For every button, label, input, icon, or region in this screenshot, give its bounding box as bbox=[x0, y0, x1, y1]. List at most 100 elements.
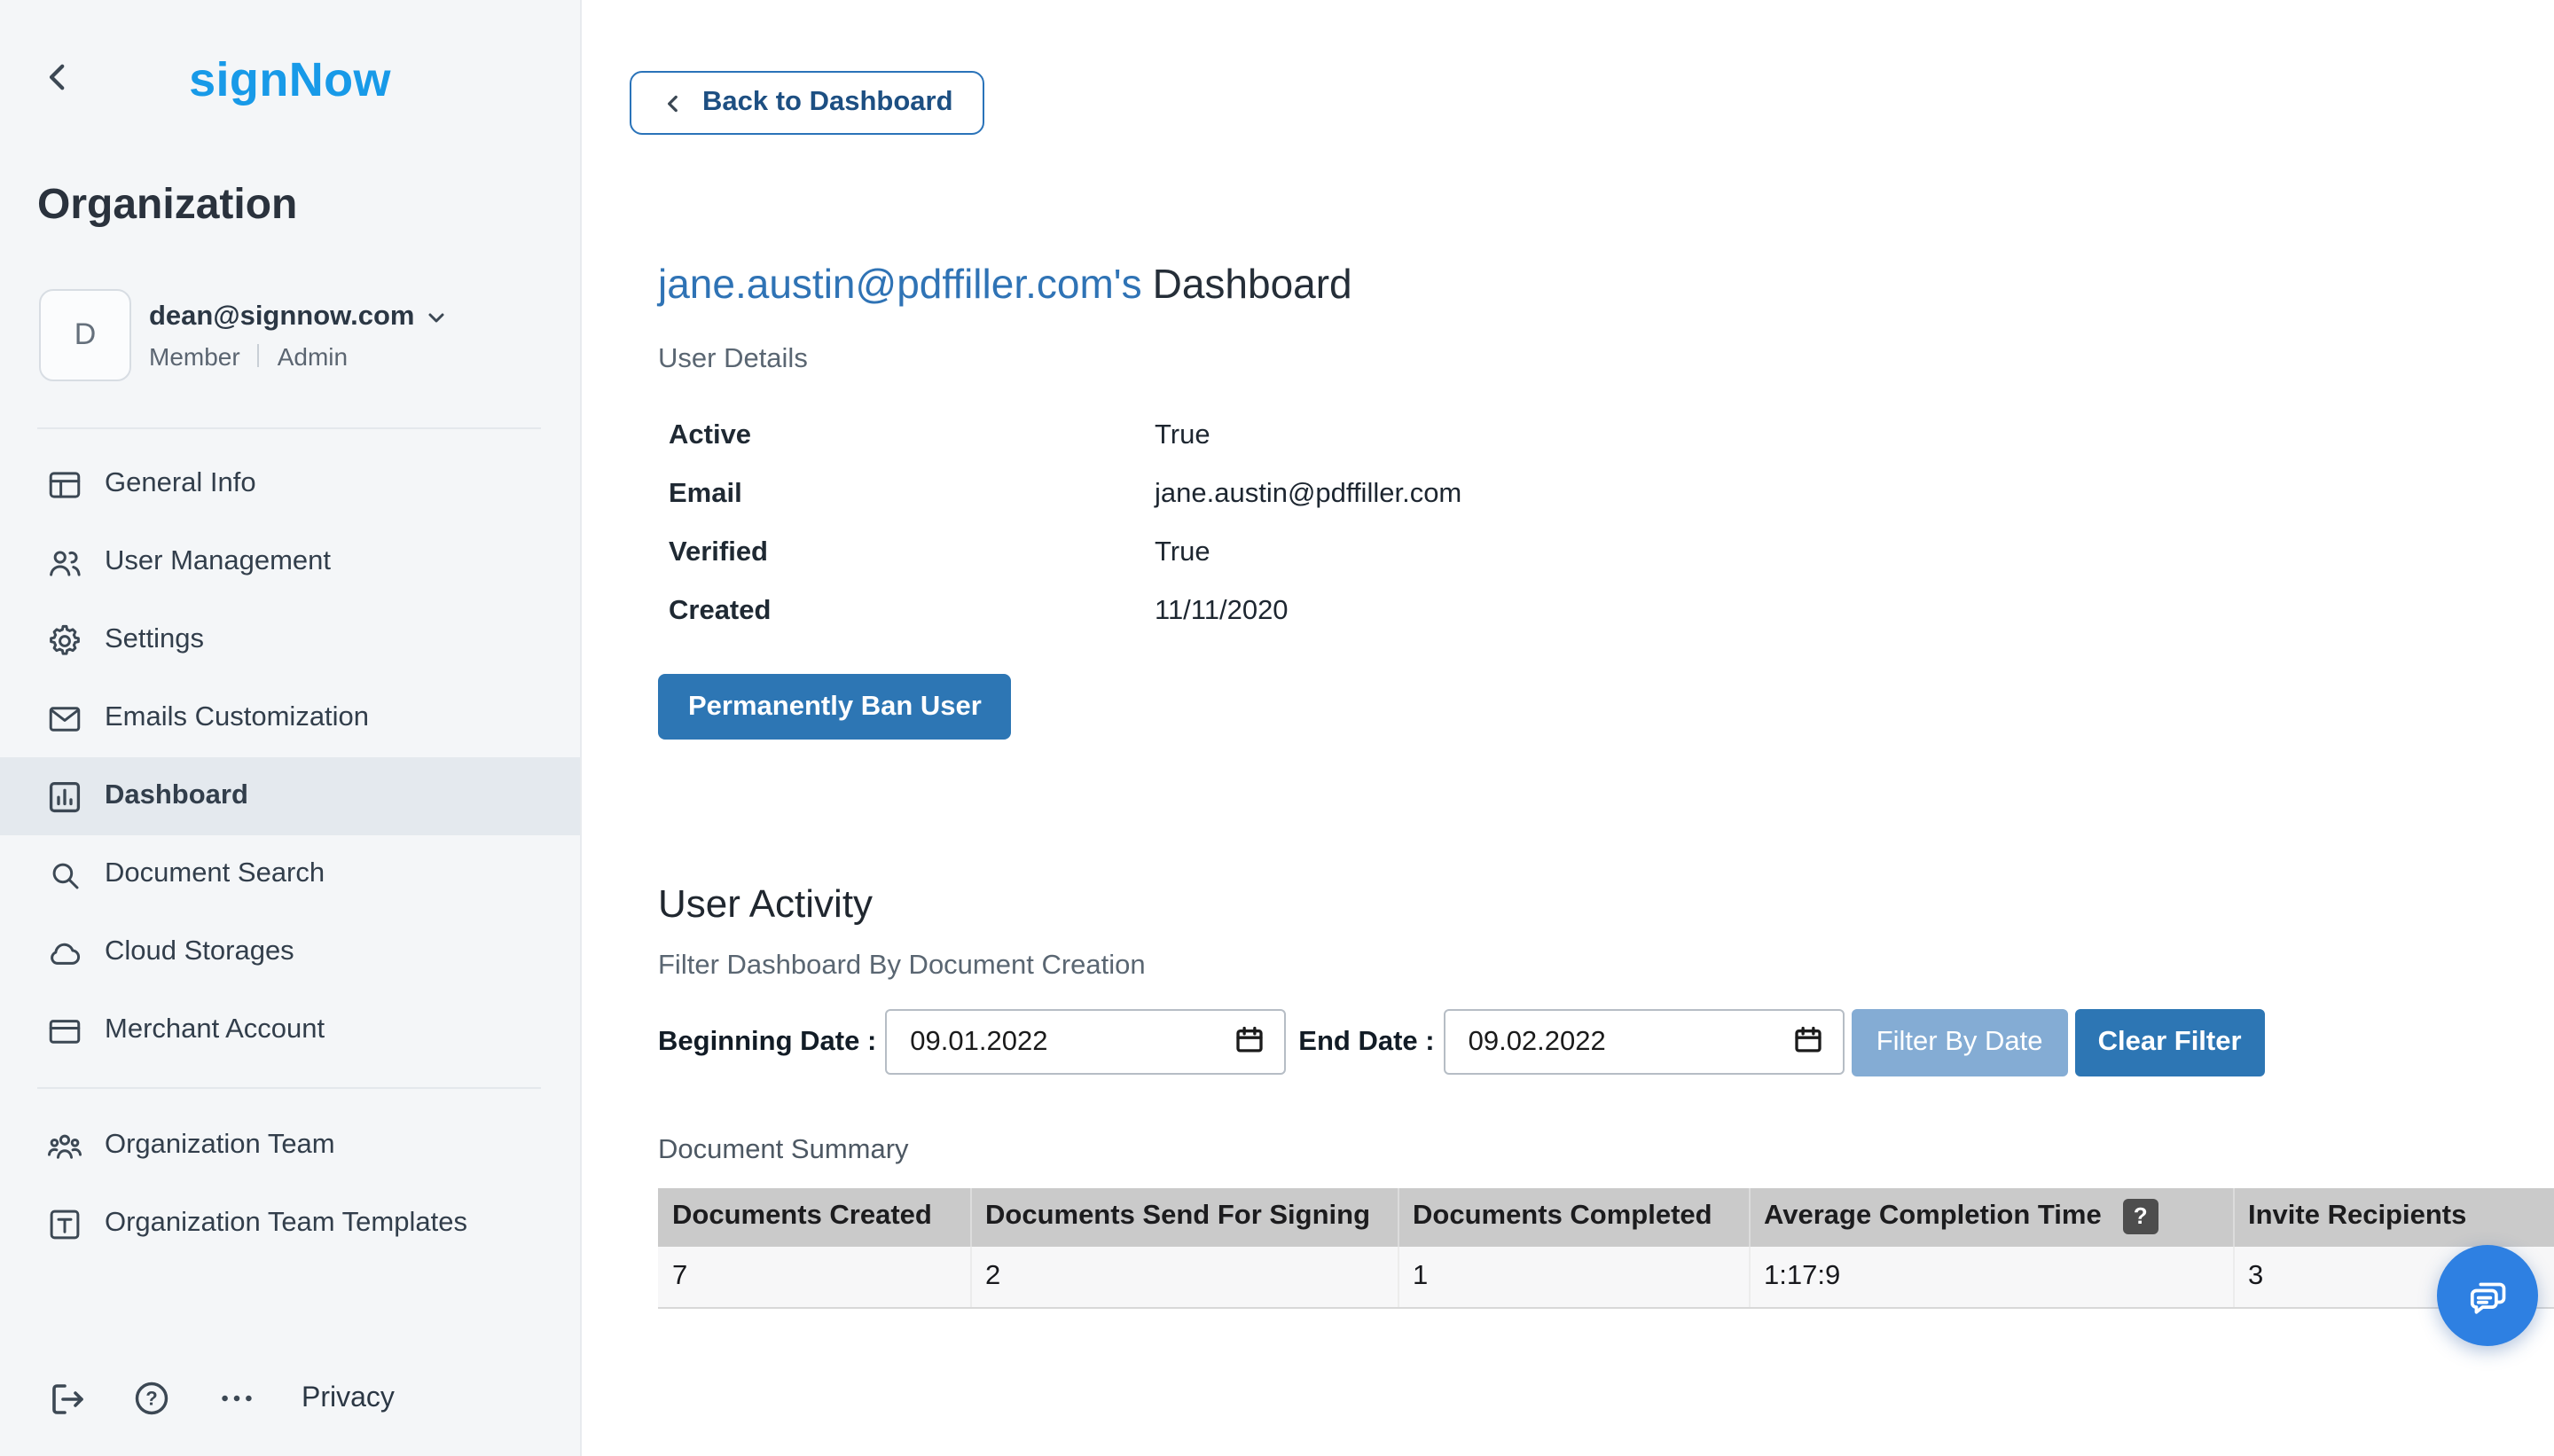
detail-row-verified: Verified True bbox=[658, 523, 2554, 582]
filter-row: Beginning Date : End Date : Filter By Da… bbox=[658, 1008, 2554, 1076]
value-documents-created: 7 bbox=[658, 1247, 970, 1309]
sidebar-item-label: Settings bbox=[105, 624, 204, 656]
detail-row-email: Email jane.austin@pdffiller.com bbox=[658, 465, 2554, 523]
end-date-field[interactable] bbox=[1444, 1009, 1845, 1075]
chevron-left-icon bbox=[662, 91, 685, 114]
detail-value: jane.austin@pdffiller.com bbox=[1155, 478, 1461, 510]
detail-label: Email bbox=[658, 478, 1155, 510]
chevron-left-icon bbox=[39, 59, 76, 96]
sidebar-nav: General Info User Management Settings Em… bbox=[0, 445, 580, 1069]
account-email: dean@signnow.com bbox=[149, 301, 415, 333]
sidebar-item-emails-customization[interactable]: Emails Customization bbox=[0, 679, 580, 757]
sidebar-item-label: Organization Team Templates bbox=[105, 1208, 467, 1240]
account-switcher[interactable]: D dean@signnow.com Member Admin bbox=[39, 289, 580, 381]
avatar: D bbox=[39, 289, 131, 381]
col-average-completion-time: Average Completion Time? bbox=[1749, 1188, 2233, 1247]
summary-header-row: Documents Created Documents Send For Sig… bbox=[658, 1188, 2554, 1247]
account-role-admin: Admin bbox=[278, 341, 348, 370]
calendar-icon[interactable] bbox=[1791, 1023, 1825, 1057]
back-button-label: Back to Dashboard bbox=[702, 87, 953, 119]
page-title-suffix: Dashboard bbox=[1153, 261, 1352, 307]
sidebar: signNow Organization D dean@signnow.com … bbox=[0, 0, 582, 1456]
sidebar-item-label: Emails Customization bbox=[105, 702, 369, 734]
sidebar-item-merchant-account[interactable]: Merchant Account bbox=[0, 991, 580, 1069]
help-button[interactable]: ? bbox=[131, 1378, 174, 1421]
user-details-table: Active True Email jane.austin@pdffiller.… bbox=[658, 406, 2554, 640]
sidebar-divider bbox=[37, 1087, 541, 1089]
filter-by-date-button[interactable]: Filter By Date bbox=[1852, 1008, 2068, 1076]
sidebar-item-document-search[interactable]: Document Search bbox=[0, 835, 580, 913]
chat-button[interactable] bbox=[2437, 1245, 2538, 1346]
sidebar-item-label: Cloud Storages bbox=[105, 936, 294, 968]
signnow-logo[interactable]: signNow bbox=[0, 0, 580, 108]
ban-user-button[interactable]: Permanently Ban User bbox=[658, 674, 1012, 740]
sidebar-item-label: General Info bbox=[105, 468, 256, 500]
logout-button[interactable] bbox=[46, 1378, 89, 1421]
account-roles: Member Admin bbox=[149, 341, 447, 370]
detail-row-active: Active True bbox=[658, 406, 2554, 465]
user-details-heading: User Details bbox=[658, 342, 2554, 377]
sidebar-item-label: Organization Team bbox=[105, 1130, 335, 1162]
sidebar-item-label: Document Search bbox=[105, 858, 325, 890]
end-date-label: End Date : bbox=[1298, 1026, 1434, 1058]
back-to-dashboard-button[interactable]: Back to Dashboard bbox=[630, 71, 985, 135]
col-documents-created: Documents Created bbox=[658, 1188, 970, 1247]
template-icon bbox=[46, 1205, 83, 1242]
sidebar-item-label: Dashboard bbox=[105, 780, 248, 812]
value-average-completion-time: 1:17:9 bbox=[1749, 1247, 2233, 1309]
role-separator bbox=[258, 344, 260, 367]
calendar-icon[interactable] bbox=[1233, 1023, 1266, 1057]
page-title: jane.austin@pdffiller.com'sDashboard bbox=[658, 259, 2554, 310]
privacy-link[interactable]: Privacy bbox=[302, 1383, 395, 1415]
detail-label: Active bbox=[658, 419, 1155, 451]
chevron-down-icon bbox=[426, 306, 447, 327]
end-date-input[interactable] bbox=[1444, 1009, 1845, 1075]
col-invite-recipients: Invite Recipients bbox=[2233, 1188, 2554, 1247]
ellipsis-icon bbox=[216, 1378, 257, 1419]
clear-filter-button[interactable]: Clear Filter bbox=[2075, 1008, 2265, 1076]
col-documents-completed: Documents Completed bbox=[1398, 1188, 1749, 1247]
sidebar-footer: ? Privacy bbox=[46, 1378, 395, 1421]
app-root: signNow Organization D dean@signnow.com … bbox=[0, 0, 2554, 1456]
detail-row-created: Created 11/11/2020 bbox=[658, 582, 2554, 640]
value-documents-send-for-signing: 2 bbox=[970, 1247, 1398, 1309]
account-info: dean@signnow.com Member Admin bbox=[149, 301, 447, 370]
beginning-date-label: Beginning Date : bbox=[658, 1026, 876, 1058]
sidebar-item-settings[interactable]: Settings bbox=[0, 601, 580, 679]
cloud-icon bbox=[46, 934, 83, 971]
sidebar-item-organization-team[interactable]: Organization Team bbox=[0, 1107, 580, 1185]
sidebar-item-label: User Management bbox=[105, 546, 331, 578]
detail-value: 11/11/2020 bbox=[1155, 595, 1289, 627]
sidebar-item-general-info[interactable]: General Info bbox=[0, 445, 580, 523]
avg-completion-help-badge[interactable]: ? bbox=[2123, 1200, 2158, 1235]
detail-value: True bbox=[1155, 536, 1210, 568]
sidebar-item-organization-team-templates[interactable]: Organization Team Templates bbox=[0, 1185, 580, 1263]
document-summary-table: Documents Created Documents Send For Sig… bbox=[658, 1188, 2554, 1310]
logout-icon bbox=[46, 1378, 89, 1421]
beginning-date-field[interactable] bbox=[885, 1009, 1286, 1075]
sidebar-item-dashboard[interactable]: Dashboard bbox=[0, 757, 580, 835]
main-content: Back to Dashboard jane.austin@pdffiller.… bbox=[582, 0, 2554, 1456]
bar-chart-icon bbox=[46, 778, 83, 815]
sidebar-nav-secondary: Organization Team Organization Team Temp… bbox=[0, 1107, 580, 1263]
chat-icon bbox=[2463, 1271, 2512, 1320]
sidebar-item-cloud-storages[interactable]: Cloud Storages bbox=[0, 913, 580, 991]
more-options-button[interactable] bbox=[216, 1378, 259, 1421]
beginning-date-input[interactable] bbox=[885, 1009, 1286, 1075]
summary-value-row: 7 2 1 1:17:9 3 bbox=[658, 1247, 2554, 1309]
detail-value: True bbox=[1155, 419, 1210, 451]
general-info-icon bbox=[46, 466, 83, 503]
sidebar-item-user-management[interactable]: User Management bbox=[0, 523, 580, 601]
col-documents-send-for-signing: Documents Send For Signing bbox=[970, 1188, 1398, 1247]
svg-text:?: ? bbox=[145, 1388, 157, 1410]
user-email-link[interactable]: jane.austin@pdffiller.com's bbox=[658, 261, 1142, 307]
document-summary-heading: Document Summary bbox=[658, 1132, 2554, 1167]
sidebar-divider bbox=[37, 427, 541, 429]
value-documents-completed: 1 bbox=[1398, 1247, 1749, 1309]
search-icon bbox=[46, 856, 83, 893]
sidebar-back-button[interactable] bbox=[39, 59, 78, 98]
users-icon bbox=[46, 544, 83, 581]
organization-title: Organization bbox=[37, 181, 580, 231]
user-activity-heading: User Activity bbox=[658, 881, 2554, 928]
envelope-icon bbox=[46, 700, 83, 737]
